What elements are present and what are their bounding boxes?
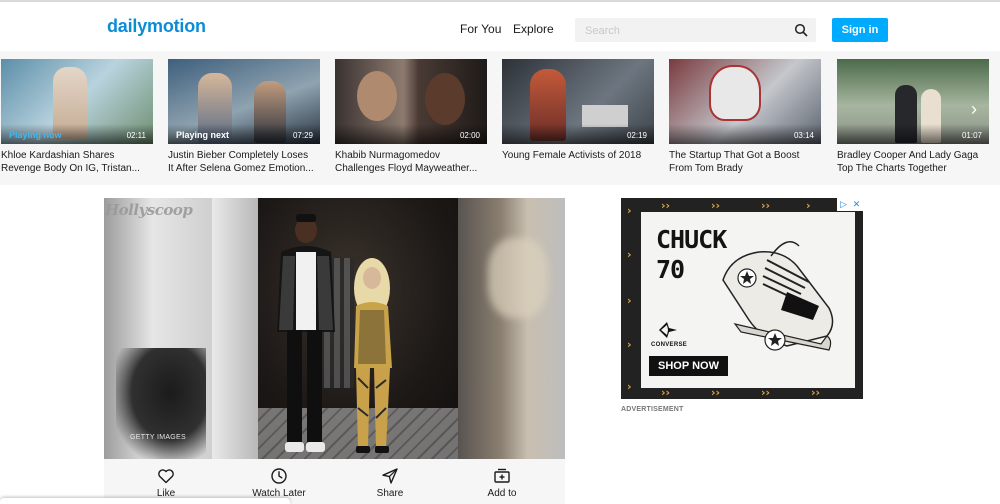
search-icon[interactable] [794,23,808,37]
video-title-line: From Tom Brady [669,163,743,174]
chevron-right-icon[interactable]: › [962,98,986,122]
video-title[interactable]: The Startup That Got a Boost From Tom Br… [669,149,821,175]
nav-for-you[interactable]: For You [460,22,501,36]
chevron-pattern-icon: › [627,380,632,393]
video-figure-man [277,214,335,452]
video-figure-woman [354,258,392,453]
thumbnail-helmet [709,65,761,121]
adchoices-icon[interactable]: ▷ [837,198,850,211]
chevron-pattern-icon: › [806,199,811,212]
video-thumbnail[interactable]: Playing now 02:11 [1,59,153,144]
duration-label: 02:00 [459,131,480,140]
duration-label: 07:29 [292,131,313,140]
video-title-line: It After Selena Gomez Emotion... [168,163,314,174]
share-icon [382,468,398,484]
heart-icon [158,469,174,484]
thumbnail-figure [425,73,465,125]
video-title-line: Bradley Cooper And Lady Gaga [837,150,979,161]
chevron-pattern-icon: › [627,204,632,217]
video-title-line: The Startup That Got a Boost [669,150,800,161]
search-input[interactable] [583,22,787,40]
carousel-card[interactable]: 02:00 Khabib Nurmagomedov Challenges Flo… [335,59,487,175]
playing-now-badge: Playing now [9,130,62,140]
share-label: Share [376,488,404,499]
video-title-line: Challenges Floyd Mayweather... [335,163,478,174]
video-title[interactable]: Khloe Kardashian Shares Revenge Body On … [1,149,153,175]
video-title-line: Khloe Kardashian Shares [1,150,115,161]
player-wall [212,198,258,459]
sign-in-button[interactable]: Sign in [832,18,888,42]
clock-icon [271,468,287,484]
video-title[interactable]: Khabib Nurmagomedov Challenges Floyd May… [335,149,487,175]
search-bar [575,18,816,42]
video-thumbnail[interactable]: 02:00 [335,59,487,144]
chevron-pattern-icon: › [627,248,632,261]
duration-label: 01:07 [961,131,982,140]
share-button[interactable]: Share [335,459,445,504]
video-thumbnail[interactable]: Playing next 07:29 [168,59,320,144]
video-carousel: Playing now 02:11 Khloe Kardashian Share… [0,51,1000,185]
getty-images-credit: GETTY IMAGES [130,434,186,441]
video-title-line: Young Female Activists of 2018 [502,150,642,161]
video-thumbnail[interactable]: 02:19 [502,59,654,144]
carousel-card[interactable]: Playing next 07:29 Justin Bieber Complet… [168,59,320,175]
close-icon[interactable]: ✕ [850,198,863,211]
video-title-line: Justin Bieber Completely Loses [168,150,309,161]
thumbnail-figure [357,71,397,121]
video-title[interactable]: Bradley Cooper And Lady Gaga Top The Cha… [837,149,989,175]
video-title-line: Revenge Body On IG, Tristan... [1,163,140,174]
chevron-pattern-icon: › [627,338,632,351]
add-to-playlist-icon [494,468,510,483]
converse-brand-text: CONVERSE [651,342,688,348]
top-bar: dailymotion For You Explore Sign in [0,0,1000,56]
dailymotion-logo[interactable]: dailymotion [107,16,206,37]
playing-next-badge: Playing next [176,130,230,140]
carousel-card[interactable]: 02:19 Young Female Activists of 2018 [502,59,654,162]
shop-now-button[interactable]: SHOP NOW [649,356,728,376]
video-title-line: Khabib Nurmagomedov [335,150,441,161]
chevron-pattern-icon: ›› [661,199,671,212]
video-title[interactable]: Justin Bieber Completely Loses It After … [168,149,320,175]
advertisement-label: ADVERTISEMENT [621,406,684,413]
chevron-pattern-icon: › [627,294,632,307]
chevron-pattern-icon: ›› [761,199,771,212]
duration-label: 02:11 [126,131,146,140]
nav-explore[interactable]: Explore [513,22,554,36]
player-blur-left [104,198,212,459]
duration-label: 03:14 [793,131,814,140]
hollyscoop-watermark: Hollyscoop [105,201,193,219]
sneaker-image [722,241,834,351]
duration-label: 02:19 [626,131,647,140]
bottom-panel-edge [0,498,290,504]
converse-logo-icon [659,322,677,338]
advertisement-banner[interactable]: › › › › › ›› ›› ›› › ›› ›› ›› ›› CHUCK 7… [621,198,863,399]
chevron-pattern-icon: ›› [711,199,721,212]
carousel-card[interactable]: Playing now 02:11 Khloe Kardashian Share… [1,59,153,175]
adchoices-badge[interactable]: ▷ ✕ [837,198,863,211]
add-to-label: Add to [487,488,517,499]
video-title[interactable]: Young Female Activists of 2018 [502,149,654,162]
video-thumbnail[interactable]: 03:14 [669,59,821,144]
add-to-button[interactable]: Add to [447,459,557,504]
player-blur-right [458,198,565,459]
carousel-card[interactable]: 03:14 The Startup That Got a Boost From … [669,59,821,175]
video-title-line: Top The Charts Together [837,163,947,174]
video-player[interactable]: Hollyscoop GETTY IMAGES [104,198,565,459]
